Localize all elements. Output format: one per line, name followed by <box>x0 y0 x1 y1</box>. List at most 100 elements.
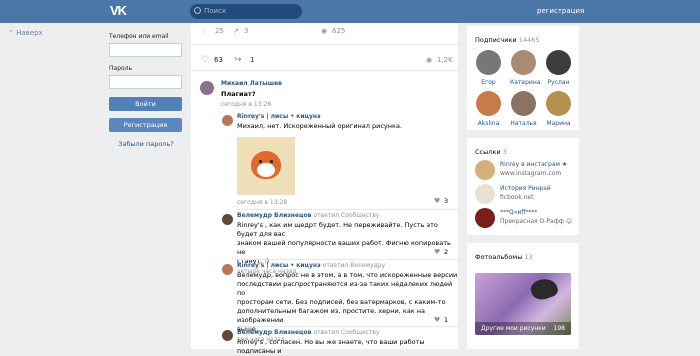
link-thumb <box>475 160 495 180</box>
block-title: Ссылки <box>475 148 501 156</box>
like-icon[interactable]: ♡ <box>201 27 207 35</box>
views-icon: ◉ <box>426 56 433 64</box>
avatar[interactable] <box>222 214 233 225</box>
avatar <box>511 50 536 75</box>
reply-to: ответил Сообществу <box>313 212 380 219</box>
block-count: 3 <box>502 148 507 156</box>
subscriber[interactable]: Катерина <box>510 50 541 86</box>
author-name[interactable]: Rinrey's | лисы • кицунэ <box>237 262 321 269</box>
link-title: ***Q»иff**** <box>500 209 538 216</box>
photo-albums-block: Фотоальбомы 13 Другие мои рисунки 198 <box>467 243 579 349</box>
comment-text-line: дополнительным багажом из, простите, хер… <box>237 307 426 324</box>
forgot-password-link[interactable]: Забыли пароль? <box>109 140 183 148</box>
likes-count: 63 <box>214 56 223 64</box>
link-thumb <box>475 184 495 204</box>
register-link[interactable]: регистрация <box>537 7 584 15</box>
comment-author: Велемудр Близнецов ответил Сообществу <box>237 329 458 336</box>
subscribers-title[interactable]: Подписчики 14465 <box>475 36 539 44</box>
comment-reply: Rinrey's | лисы • кицунэ Михаил, нет. Ис… <box>237 113 402 206</box>
login-form: Телефон или email Пароль Войти Регистрац… <box>109 33 183 148</box>
avatar[interactable] <box>222 264 233 275</box>
comment-author[interactable]: Rinrey's | лисы • кицунэ <box>237 113 402 120</box>
subscribers-block: Подписчики 14465 Егор Катерина Руслан Ak… <box>467 26 579 130</box>
avatar <box>546 91 571 116</box>
avatar <box>476 50 501 75</box>
comment-text-line: просторам сети. Без подписей, без ватерм… <box>237 298 446 306</box>
comment-likes: 2 <box>444 248 449 256</box>
divider <box>237 326 458 327</box>
avatar[interactable] <box>200 81 214 95</box>
subscriber[interactable]: Руслан <box>545 50 572 86</box>
subscriber-name: Катерина <box>510 79 541 86</box>
share-icon[interactable]: ↗ <box>233 27 239 35</box>
butterfly-shape <box>528 275 560 303</box>
comment: Михаил Латышев Плагиат? сегодня в 13:26 <box>221 80 282 108</box>
comment-text: Михаил, нет. Искореженный оригинал рисун… <box>237 122 402 130</box>
block-count: 14465 <box>518 36 540 44</box>
comment-text-line: знаком вашей популярности ваших работ. Ф… <box>237 239 451 256</box>
photos-title[interactable]: Фотоальбомы 13 <box>475 253 533 261</box>
avatar <box>476 91 501 116</box>
password-field[interactable] <box>109 75 182 89</box>
avatar <box>546 50 571 75</box>
back-to-top-link[interactable]: ⌃ Наверх <box>8 29 43 37</box>
avatar[interactable] <box>222 330 233 341</box>
subscriber[interactable]: Наталья <box>510 91 537 127</box>
share-icon[interactable]: ↪ <box>234 55 242 65</box>
comment-text-line: Велемудр, вопрос не в этом, а в том, что… <box>237 271 458 279</box>
comment-author[interactable]: Михаил Латышев <box>221 80 282 87</box>
divider <box>237 209 458 210</box>
subscriber[interactable]: Егор <box>475 50 502 86</box>
reply-to: ответил Велемудру <box>322 262 386 269</box>
avatar[interactable] <box>222 115 233 126</box>
search-input[interactable]: Поиск <box>190 4 302 19</box>
author-name[interactable]: Велемудр Близнецов <box>237 329 311 336</box>
divider <box>191 70 458 71</box>
reply-to: ответил Сообществу <box>313 329 380 336</box>
block-title: Подписчики <box>475 36 517 44</box>
comment-text: Плагиат? <box>221 90 256 98</box>
comment-reply: Велемудр Близнецов ответил Сообществу Ri… <box>237 329 458 356</box>
link-title: История Ринрэй <box>500 185 551 192</box>
link-sub: www.instagram.com <box>500 170 562 177</box>
comment-text-line: Rinrey's , как им щедрт будет. Не пережи… <box>237 221 438 238</box>
like-icon[interactable]: ♥ <box>434 197 440 205</box>
avatar <box>511 91 536 116</box>
fox-image[interactable] <box>237 137 295 195</box>
link-title: Rinrey в инстаграм ★ <box>500 161 568 168</box>
login-button[interactable]: Войти <box>109 97 182 111</box>
link-sub: Прекрасная О-Рафф ☺ <box>500 218 573 225</box>
author-name[interactable]: Велемудр Близнецов <box>237 212 311 219</box>
post-feed: ♡ 25 ↗ 3 ◉ 625 ♡ 63 ↪ 1 ◉ 1,2K Михаил Ла… <box>191 23 458 355</box>
subscriber-name: Руслан <box>547 79 570 86</box>
comment-text: Rinrey's , согласен. Но вы же знаете, чт… <box>237 338 425 355</box>
comment-text-line: последствии распространяются из-за таких… <box>237 280 453 297</box>
shares-count: 1 <box>250 56 255 64</box>
links-block: Ссылки 3 Rinrey в инстаграм ★ www.instagr… <box>467 138 579 235</box>
like-icon[interactable]: ♡ <box>201 55 209 65</box>
vk-logo-icon[interactable]: VK <box>110 4 128 18</box>
top-bar: VK Поиск регистрация <box>0 0 700 23</box>
photo-album-cover[interactable]: Другие мои рисунки 198 <box>475 273 571 335</box>
search-placeholder: Поиск <box>204 7 227 15</box>
comment-author: Велемудр Близнецов ответил Сообществу <box>237 212 458 219</box>
phone-label: Телефон или email <box>109 33 169 40</box>
link-sub: ficbook.net <box>500 194 534 201</box>
likes-count-top: 25 <box>215 27 224 35</box>
subscriber[interactable]: Марина <box>545 91 572 127</box>
divider <box>237 259 458 260</box>
views-icon: ◉ <box>321 27 328 35</box>
like-icon[interactable]: ♥ <box>434 316 440 324</box>
like-icon[interactable]: ♥ <box>434 248 440 256</box>
block-title: Фотоальбомы <box>475 253 523 261</box>
phone-field[interactable] <box>109 43 182 57</box>
subscriber[interactable]: Akslina <box>475 91 502 127</box>
block-count: 13 <box>524 253 533 261</box>
register-button[interactable]: Регистрация <box>109 118 182 132</box>
links-title[interactable]: Ссылки 3 <box>475 148 507 156</box>
subscriber-name: Наталья <box>510 120 537 127</box>
album-count: 198 <box>553 325 565 332</box>
shares-count-top: 3 <box>244 27 249 35</box>
subscriber-name: Akslina <box>477 120 500 127</box>
comment-likes: 1 <box>444 316 449 324</box>
